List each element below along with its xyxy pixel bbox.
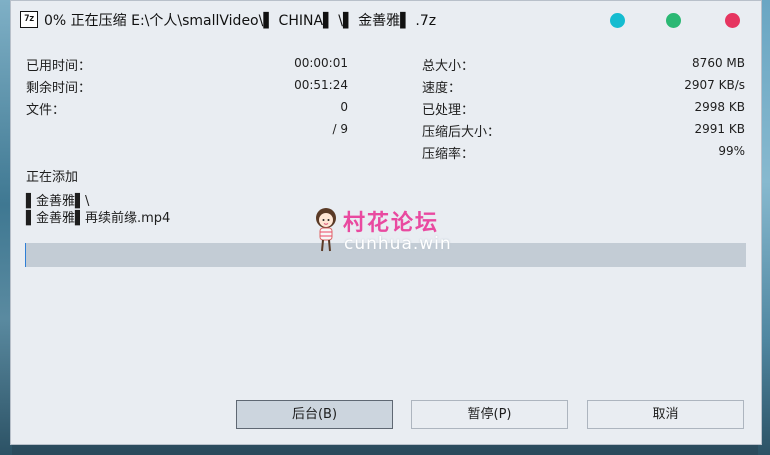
total-size-label: 总大小： [422,59,475,74]
files-total-value: / 9 [332,122,349,136]
compression-ratio-value: 99% [718,144,745,158]
total-size-value: 8760 MB [692,56,745,70]
adding-label: 正在添加 [26,170,79,185]
elapsed-time-label: 已用时间： [26,59,92,74]
current-file-path: ▌金善雅▌再续前缘.mp4 [26,211,171,226]
processed-label: 已处理： [422,103,475,118]
speed-label: 速度： [422,81,462,96]
cartoon-girl-icon [316,208,336,252]
files-label: 文件： [26,103,66,118]
window-control-cyan-icon[interactable] [610,13,625,28]
watermark-subtitle: cunhua.win [344,234,452,254]
files-value: 0 [340,100,348,114]
processed-value: 2998 KB [694,100,745,114]
cancel-button[interactable]: 取消 [587,400,744,429]
compressed-size-label: 压缩后大小： [422,125,501,140]
watermark: 村花论坛 cunhua.win [311,205,491,259]
pause-button[interactable]: 暂停(P) [411,400,568,429]
elapsed-time-value: 00:00:01 [294,56,348,70]
background-button[interactable]: 后台(B) [236,400,393,429]
compressed-size-value: 2991 KB [694,122,745,136]
watermark-title: 村花论坛 [343,211,440,236]
window-control-green-icon[interactable] [666,13,681,28]
7zip-app-icon: 7z [20,11,38,28]
remaining-time-value: 00:51:24 [294,78,348,92]
title-bar[interactable]: 7z 0% 正在压缩 E:\个人\smallVideo\▌ CHINA▌ \▌ … [11,1,761,39]
compression-ratio-label: 压缩率： [422,147,475,162]
window-title: 0% 正在压缩 E:\个人\smallVideo\▌ CHINA▌ \▌ 金善雅… [44,13,437,29]
progress-bar-fill [25,243,26,267]
speed-value: 2907 KB/s [684,78,745,92]
window-control-red-icon[interactable] [725,13,740,28]
remaining-time-label: 剩余时间： [26,81,92,96]
compression-progress-window: 7z 0% 正在压缩 E:\个人\smallVideo\▌ CHINA▌ \▌ … [10,0,762,445]
